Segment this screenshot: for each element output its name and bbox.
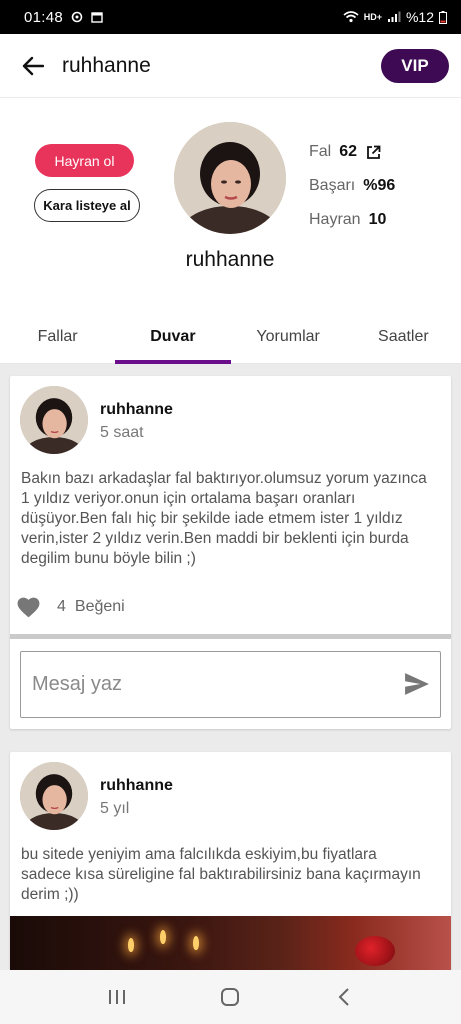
stat-value: %96	[363, 177, 396, 194]
stat-fortunes: Fal 62	[309, 135, 395, 169]
like-label: Beğeni	[74, 598, 125, 615]
stat-label: Fal	[309, 143, 332, 160]
profile-header: Hayran ol Kara listeye al ruhhanne Fal 6…	[0, 98, 461, 308]
signal-icon	[387, 11, 401, 22]
arrow-left-icon	[22, 56, 44, 75]
wifi-icon	[343, 11, 359, 23]
battery-icon	[439, 10, 447, 24]
candle-flame	[160, 930, 166, 944]
battery-percent: %12	[405, 9, 434, 25]
stat-success: Başarı %96	[309, 169, 395, 203]
wall-post: ruhhanne 5 saat Bakın bazı arkadaşlar fa…	[10, 376, 451, 729]
post-text: bu sitede yeniyim ama falcılıkda eskiyim…	[21, 846, 421, 903]
post-time: 5 yıl	[100, 800, 130, 817]
calendar-icon	[91, 12, 103, 23]
tab-fallar[interactable]: Fallar	[0, 308, 115, 364]
post-avatar[interactable]	[20, 386, 88, 454]
stat-label: Hayran	[309, 211, 361, 228]
system-back-button[interactable]	[324, 977, 364, 1017]
post-author[interactable]: ruhhanne	[100, 401, 173, 419]
candle-flame	[128, 938, 134, 952]
tab-yorumlar[interactable]: Yorumlar	[231, 308, 346, 364]
stat-fans: Hayran 10	[309, 203, 395, 237]
fan-button[interactable]: Hayran ol	[35, 144, 134, 177]
back-button[interactable]	[16, 49, 50, 83]
like-count: 4	[57, 598, 66, 615]
tab-duvar[interactable]: Duvar	[115, 308, 231, 364]
post-time: 5 saat	[100, 424, 144, 441]
rose-shape	[355, 936, 395, 966]
candle-flame	[193, 936, 199, 950]
app-bar: ruhhanne VIP	[0, 34, 461, 98]
vip-button[interactable]: VIP	[381, 48, 449, 83]
comment-box	[20, 651, 441, 718]
recent-apps-button[interactable]	[97, 977, 137, 1017]
profile-name: ruhhanne	[185, 248, 275, 271]
like-row: 4 Beğeni	[16, 594, 125, 620]
recent-apps-icon	[108, 990, 125, 1004]
post-author-photo	[20, 762, 88, 830]
system-nav-bar	[0, 970, 461, 1024]
post-author-photo	[20, 386, 88, 454]
wall-post: ruhhanne 5 yıl bu sitede yeniyim ama fal…	[10, 752, 451, 982]
blacklist-button[interactable]: Kara listeye al	[34, 189, 140, 222]
post-avatar[interactable]	[20, 762, 88, 830]
chevron-left-icon	[338, 988, 349, 1006]
divider	[10, 634, 451, 639]
status-bar: 01:48 HD+ %12	[0, 0, 461, 34]
stat-value: 10	[368, 211, 387, 228]
network-type: HD+	[363, 12, 382, 22]
profile-stats: Fal 62 Başarı %96 Hayran 10	[309, 135, 395, 237]
post-author[interactable]: ruhhanne	[100, 777, 173, 795]
tab-saatler[interactable]: Saatler	[346, 308, 461, 364]
heart-icon[interactable]	[16, 595, 41, 620]
stat-label: Başarı	[309, 177, 356, 194]
stat-value: 62	[339, 143, 358, 160]
send-icon[interactable]	[404, 672, 430, 696]
post-text: Bakın bazı arkadaşlar fal baktırıyor.olu…	[21, 470, 427, 567]
home-icon	[221, 988, 240, 1006]
profile-photo	[174, 122, 286, 234]
profile-avatar[interactable]	[174, 122, 286, 234]
page-title: ruhhanne	[62, 53, 151, 77]
external-link-icon[interactable]	[366, 145, 381, 160]
profile-tabs: Fallar Duvar Yorumlar Saatler	[0, 308, 461, 364]
home-button[interactable]	[210, 977, 250, 1017]
message-input[interactable]	[21, 652, 391, 717]
status-time: 01:48	[24, 8, 64, 26]
sync-icon	[71, 11, 83, 23]
